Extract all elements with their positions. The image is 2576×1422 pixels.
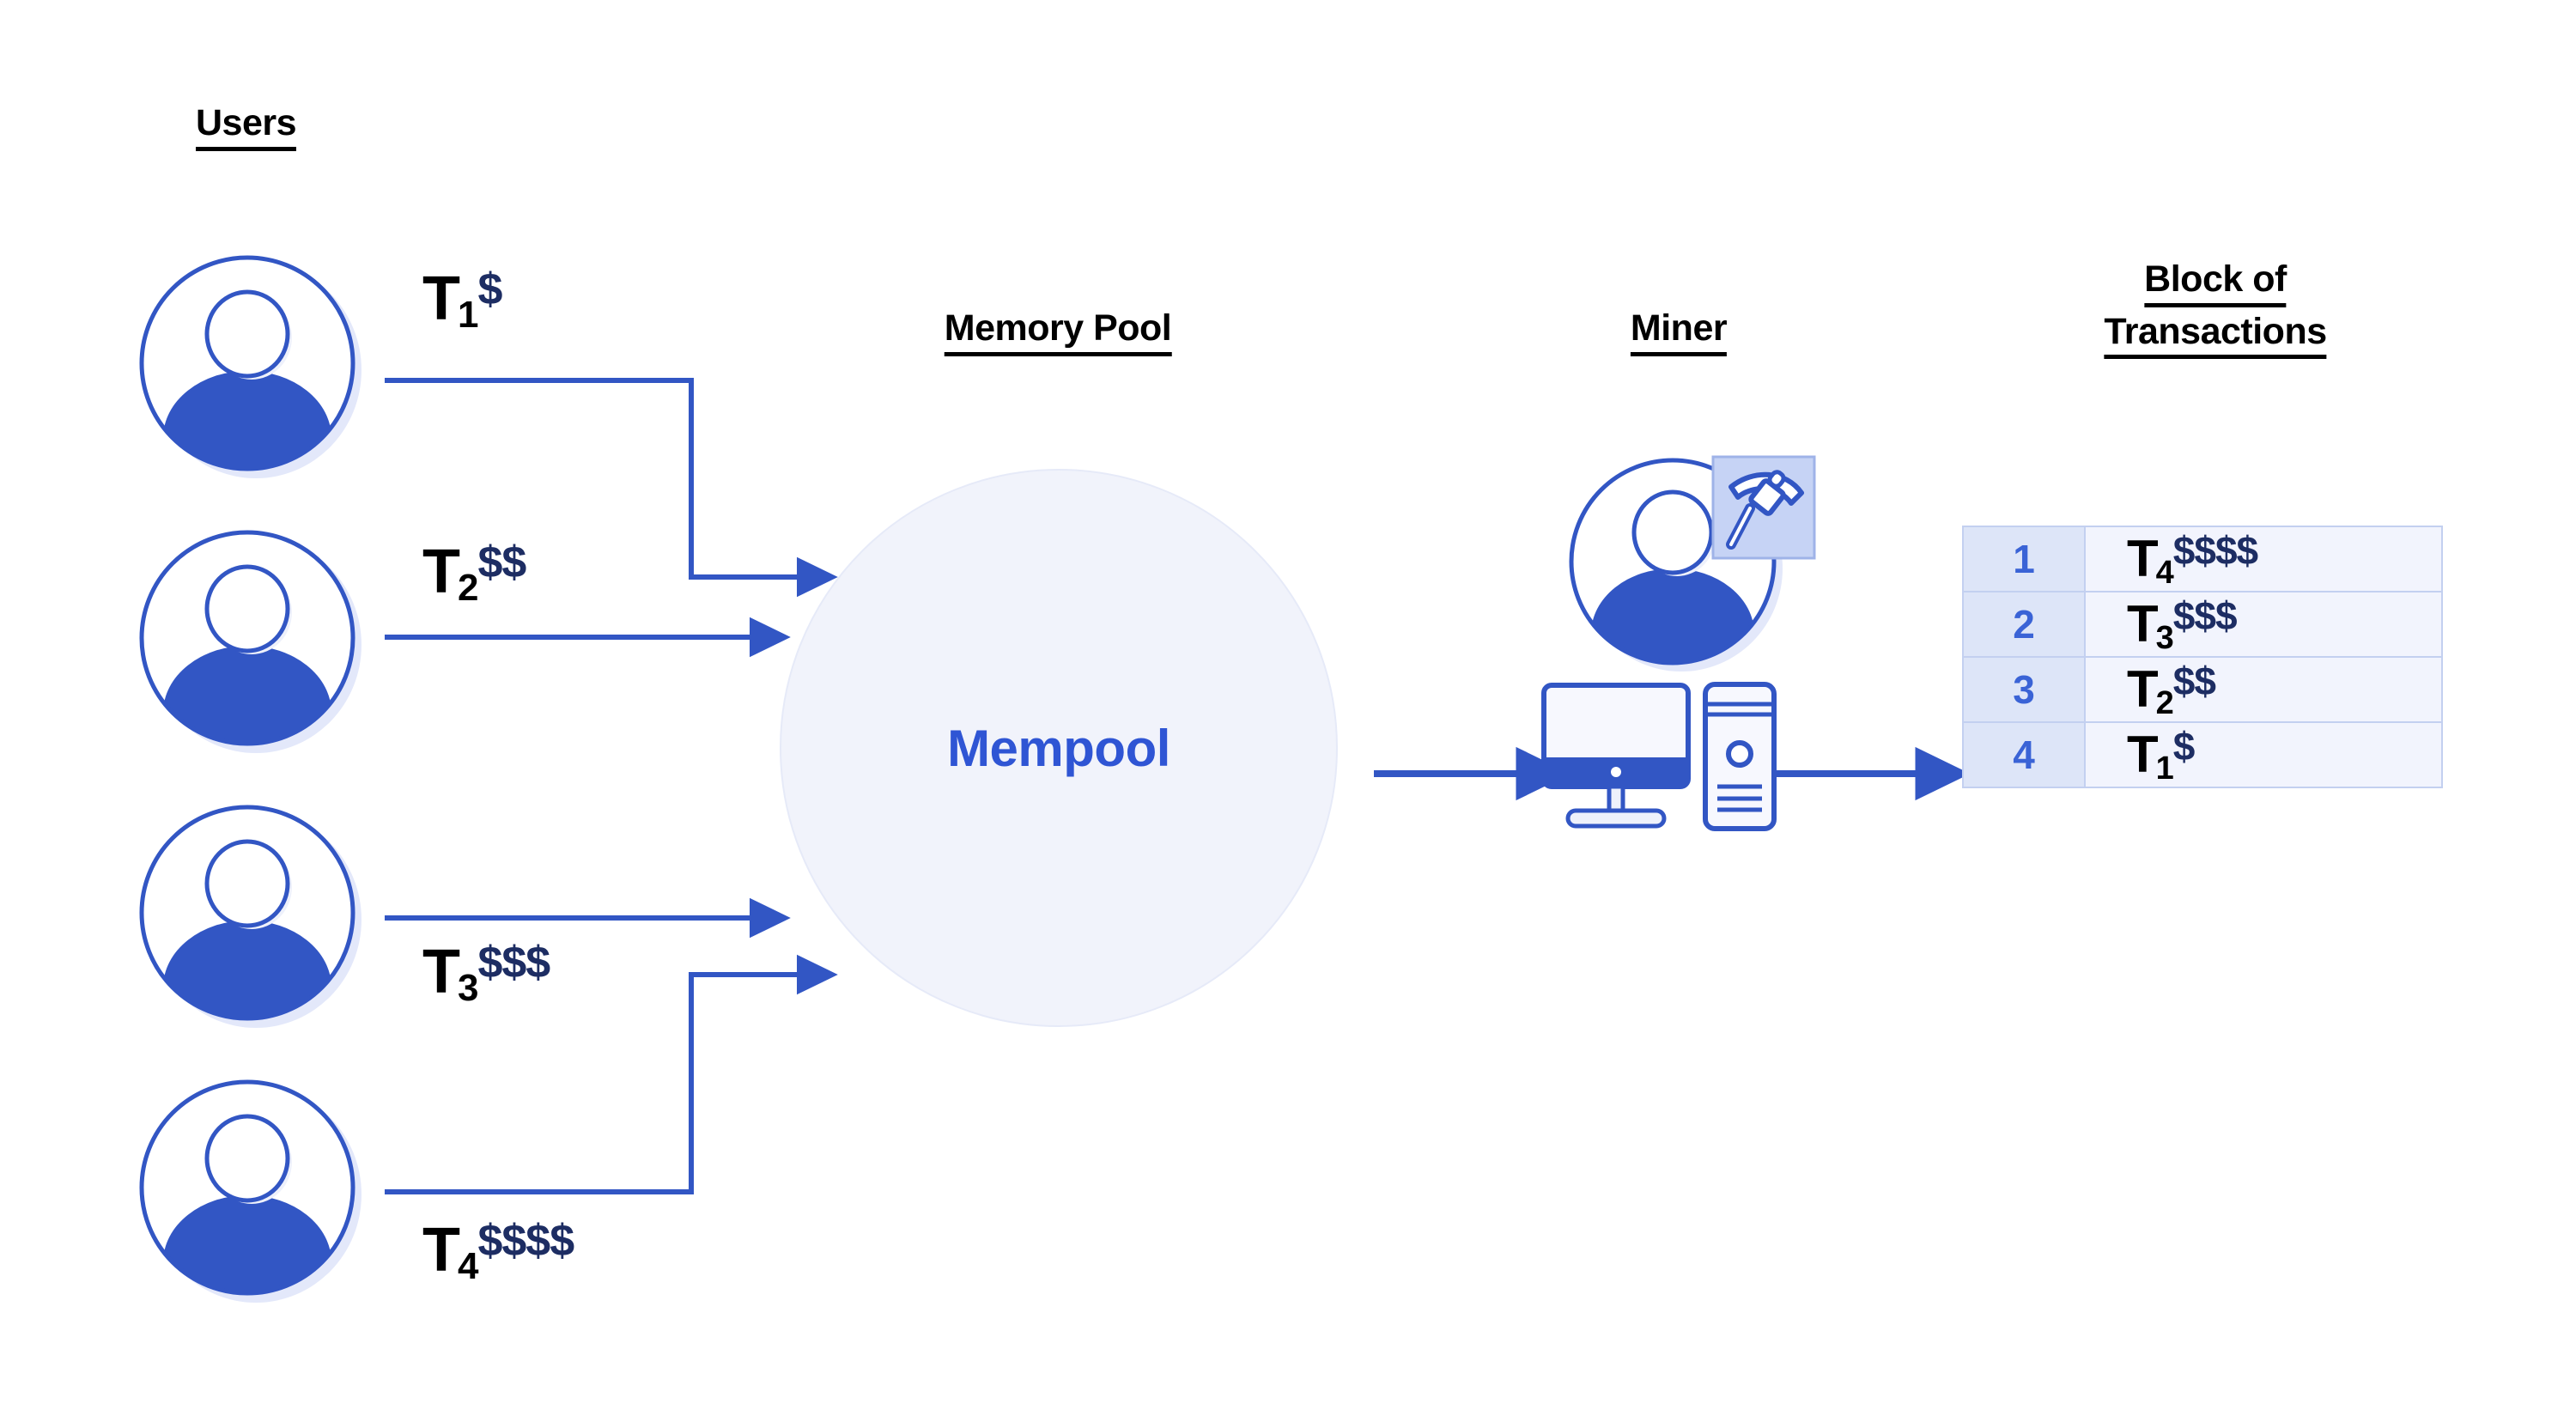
tx-letter-2: T (422, 538, 460, 606)
block-row-index: 4 (1962, 721, 2086, 788)
block-tx-letter: T (2127, 530, 2159, 587)
table-row: 1 T4$$$$ (1962, 526, 2443, 592)
tx-letter-1: T (422, 264, 460, 333)
user-avatar-2 (137, 528, 361, 753)
table-row: 4 T1$ (1962, 721, 2443, 788)
tx-fee-2: $$ (477, 538, 526, 587)
arrow-user4-to-mempool (385, 954, 838, 1194)
block-tx-fee: $$ (2172, 659, 2216, 703)
transaction-label-2: T2$$ (422, 538, 527, 607)
block-row-transaction: T4$$$$ (2084, 526, 2443, 592)
heading-users-text: Users (196, 101, 297, 151)
block-row-transaction: T1$ (2084, 721, 2443, 788)
block-tx-index: 4 (2155, 555, 2174, 591)
person-avatar-icon (139, 255, 361, 478)
block-tx-index: 1 (2155, 750, 2174, 787)
computer-tower-icon (1703, 682, 1777, 831)
heading-block-line1: Block of (2144, 258, 2287, 307)
person-avatar-icon (139, 1079, 361, 1303)
block-tx-letter: T (2127, 726, 2159, 783)
tx-index-2: 2 (457, 567, 479, 609)
tx-letter-4: T (422, 1216, 460, 1285)
section-heading-users: Users (196, 101, 297, 151)
tx-fee-1: $ (477, 264, 502, 314)
block-row-index: 1 (1962, 526, 2086, 592)
tx-index-4: 4 (457, 1245, 479, 1287)
person-avatar-icon (139, 530, 361, 753)
block-row-index: 3 (1962, 656, 2086, 723)
heading-block-line2: Transactions (2104, 310, 2327, 360)
block-tx-fee: $ (2172, 724, 2196, 769)
block-tx-index: 2 (2155, 685, 2174, 721)
block-of-transactions-table: 1 T4$$$$ 2 T3$$$ 3 T2$$ 4 T1$ (1962, 526, 2443, 788)
user-avatar-4 (137, 1078, 361, 1303)
transaction-label-3: T3$$$ (422, 938, 551, 1007)
block-tx-letter: T (2127, 595, 2159, 653)
person-avatar-icon (139, 805, 361, 1028)
section-heading-memory-pool: Memory Pool (944, 307, 1172, 356)
block-row-transaction: T2$$ (2084, 656, 2443, 723)
mempool-label: Mempool (947, 719, 1170, 777)
tx-index-3: 3 (457, 967, 479, 1009)
heading-miner-text: Miner (1630, 307, 1728, 356)
pickaxe-icon (1711, 455, 1816, 560)
tx-letter-3: T (422, 938, 460, 1006)
mempool-node: Mempool (780, 469, 1338, 1027)
user-avatar-1 (137, 253, 361, 478)
block-tx-index: 3 (2155, 620, 2174, 656)
transaction-label-4: T4$$$$ (422, 1216, 575, 1285)
table-row: 3 T2$$ (1962, 656, 2443, 723)
desktop-monitor-icon (1541, 683, 1691, 829)
miner-illustration (1537, 447, 1829, 850)
tx-index-1: 1 (457, 294, 479, 336)
miner-graphic (1541, 455, 1816, 831)
user-avatar-3 (137, 803, 361, 1028)
diagram-canvas: Users Memory Pool Miner Block of Transac… (0, 0, 2576, 1422)
block-tx-fee: $$$ (2172, 593, 2238, 638)
section-heading-miner: Miner (1630, 307, 1728, 356)
block-tx-fee: $$$$ (2172, 528, 2258, 573)
section-heading-block-of-transactions: Block of Transactions (2104, 258, 2327, 360)
heading-memory-pool-text: Memory Pool (944, 307, 1172, 356)
block-tx-letter: T (2127, 660, 2159, 718)
table-row: 2 T3$$$ (1962, 591, 2443, 658)
tx-fee-4: $$$$ (477, 1216, 574, 1266)
tx-fee-3: $$$ (477, 938, 550, 988)
transaction-label-1: T1$ (422, 267, 503, 334)
block-row-index: 2 (1962, 591, 2086, 658)
block-row-transaction: T3$$$ (2084, 591, 2443, 658)
